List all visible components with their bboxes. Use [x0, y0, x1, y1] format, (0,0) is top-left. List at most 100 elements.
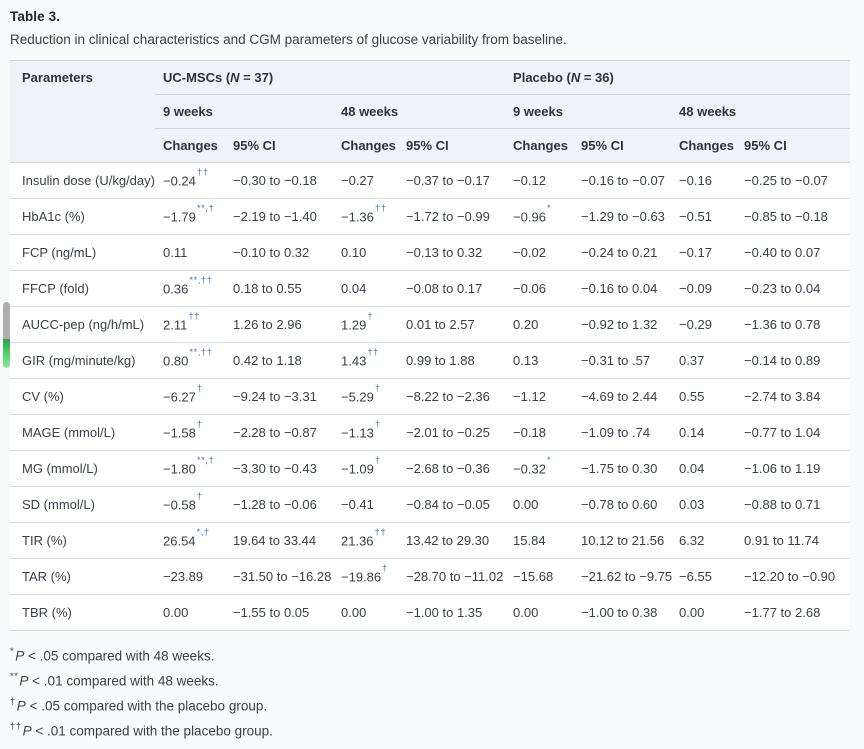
cell-value: 0.00 [513, 605, 538, 620]
table-cell: 0.18 to 0.55 [225, 271, 333, 307]
table-cell: −1.36†† [333, 199, 398, 235]
table-cell: −6.27† [155, 379, 225, 415]
table-cell: −0.17 [671, 235, 736, 271]
table-subtitle: Reduction in clinical characteristics an… [10, 32, 852, 47]
column-header-timepoint: 48 weeks [671, 95, 850, 129]
table-cell: −0.12 [505, 163, 573, 199]
footnote-marker-link[interactable]: **,†† [189, 347, 212, 358]
cell-value: −1.09 [341, 462, 374, 477]
cell-value: 0.20 [513, 317, 538, 332]
cell-value: −1.36 [341, 210, 374, 225]
cell-value: 13.42 to 29.30 [406, 533, 489, 548]
table-cell: −9.24 to −3.31 [225, 379, 333, 415]
table-row: MG (mmol/L)−1.80**,†−3.30 to −0.43−1.09†… [10, 451, 850, 487]
table-row: FCP (ng/mL)0.11−0.10 to 0.320.10−0.13 to… [10, 235, 850, 271]
scroll-progress-indicator[interactable] [3, 302, 10, 368]
footnote-marker-link[interactable]: †† [367, 347, 379, 358]
table-cell: 0.13 [505, 343, 573, 379]
column-header-timepoint: 48 weeks [333, 95, 505, 129]
table-cell: −0.27 [333, 163, 398, 199]
table-cell: 0.04 [333, 271, 398, 307]
footnote-marker-link[interactable]: **,†† [189, 275, 212, 286]
cell-value: −0.30 to −0.18 [233, 173, 317, 188]
footnote-text: < .05 compared with the placebo group. [26, 699, 267, 714]
cell-value: 0.14 [679, 425, 704, 440]
table-cell: −15.68 [505, 559, 573, 595]
cell-value: 6.32 [679, 533, 704, 548]
footnote: *P < .05 compared with 48 weeks. [10, 646, 852, 666]
footnote-marker-link[interactable]: † [367, 311, 373, 322]
cell-value: −0.85 to −0.18 [744, 209, 828, 224]
table-cell: −1.29 to −0.63 [573, 199, 671, 235]
footnote-marker-link[interactable]: †† [375, 527, 387, 538]
table-cell: −0.37 to −0.17 [398, 163, 505, 199]
cell-value: 0.55 [679, 389, 704, 404]
footnote-marker-link[interactable]: †† [375, 203, 387, 214]
table-cell: −1.79**,† [155, 199, 225, 235]
cell-value: −0.12 [513, 173, 546, 188]
table-cell: 0.36**,†† [155, 271, 225, 307]
footnote-marker-link[interactable]: † [382, 563, 388, 574]
cell-value: −0.13 to 0.32 [406, 245, 482, 260]
table-row: TAR (%)−23.89−31.50 to −16.28−19.86†−28.… [10, 559, 850, 595]
column-header-timepoint: 9 weeks [155, 95, 333, 129]
table-cell: −0.13 to 0.32 [398, 235, 505, 271]
footnote-marker-link[interactable]: † [375, 383, 381, 394]
cell-value: −0.10 to 0.32 [233, 245, 309, 260]
cell-value: −0.51 [679, 209, 712, 224]
footnote-marker-link[interactable]: *,† [197, 527, 210, 538]
table-cell: 19.64 to 33.44 [225, 523, 333, 559]
header-row-groups: Parameters UC-MSCs (N = 37) Placebo (N =… [10, 61, 850, 95]
cell-value: −1.28 to −0.06 [233, 497, 317, 512]
cell-value: −1.00 to 1.35 [406, 605, 482, 620]
column-header-changes: Changes [671, 129, 736, 163]
cell-value: −4.69 to 2.44 [581, 389, 657, 404]
group-label-text: UC-MSCs ( [163, 70, 230, 85]
table-cell: −3.30 to −0.43 [225, 451, 333, 487]
row-parameter-label: HbA1c (%) [10, 199, 155, 235]
footnote-marker-link[interactable]: **,† [197, 455, 214, 466]
cell-value: 1.29 [341, 318, 366, 333]
results-table: Parameters UC-MSCs (N = 37) Placebo (N =… [10, 60, 850, 631]
cell-value: −6.55 [679, 569, 712, 584]
footnote-marker-link[interactable]: † [197, 419, 203, 430]
cell-value: 19.64 to 33.44 [233, 533, 316, 548]
cell-value: 0.36 [163, 282, 188, 297]
row-parameter-label: TIR (%) [10, 523, 155, 559]
cell-value: −0.29 [679, 317, 712, 332]
table-cell: −0.58† [155, 487, 225, 523]
footnote-marker-link[interactable]: † [197, 491, 203, 502]
cell-value: −0.58 [163, 498, 196, 513]
row-parameter-label: FFCP (fold) [10, 271, 155, 307]
footnote-marker-link[interactable]: †† [197, 167, 209, 178]
footnote-marker-link[interactable]: † [375, 455, 381, 466]
footnote-marker-link[interactable]: † [197, 383, 203, 394]
column-header-timepoint: 9 weeks [505, 95, 671, 129]
footnote-marker-link[interactable]: * [547, 203, 551, 214]
table-cell: −0.41 [333, 487, 398, 523]
table-cell: 0.00 [155, 595, 225, 631]
cell-value: 0.04 [679, 461, 704, 476]
footnote-marker: ** [10, 671, 18, 682]
footnote-marker-link[interactable]: **,† [197, 203, 214, 214]
table-cell: 0.04 [671, 451, 736, 487]
cell-value: 0.42 to 1.18 [233, 353, 302, 368]
table-cell: 0.03 [671, 487, 736, 523]
table-cell: 0.91 to 11.74 [736, 523, 850, 559]
footnote-marker-link[interactable]: † [375, 419, 381, 430]
table-cell: −21.62 to −9.75 [573, 559, 671, 595]
table-cell: −1.36 to 0.78 [736, 307, 850, 343]
table-row: HbA1c (%)−1.79**,†−2.19 to −1.40−1.36††−… [10, 199, 850, 235]
footnote: †P < .05 compared with the placebo group… [10, 696, 852, 716]
cell-value: −1.09 to .74 [581, 425, 650, 440]
cell-value: −9.24 to −3.31 [233, 389, 317, 404]
table-row: GIR (mg/minute/kg)0.80**,††0.42 to 1.181… [10, 343, 850, 379]
footnote-marker-link[interactable]: * [547, 455, 551, 466]
cell-value: −1.12 [513, 389, 546, 404]
table-cell: 26.54*,† [155, 523, 225, 559]
table-cell: 0.00 [671, 595, 736, 631]
footnote-marker-link[interactable]: †† [188, 311, 200, 322]
row-parameter-label: MAGE (mmol/L) [10, 415, 155, 451]
cell-value: −1.79 [163, 210, 196, 225]
footnote-marker: † [10, 696, 16, 707]
